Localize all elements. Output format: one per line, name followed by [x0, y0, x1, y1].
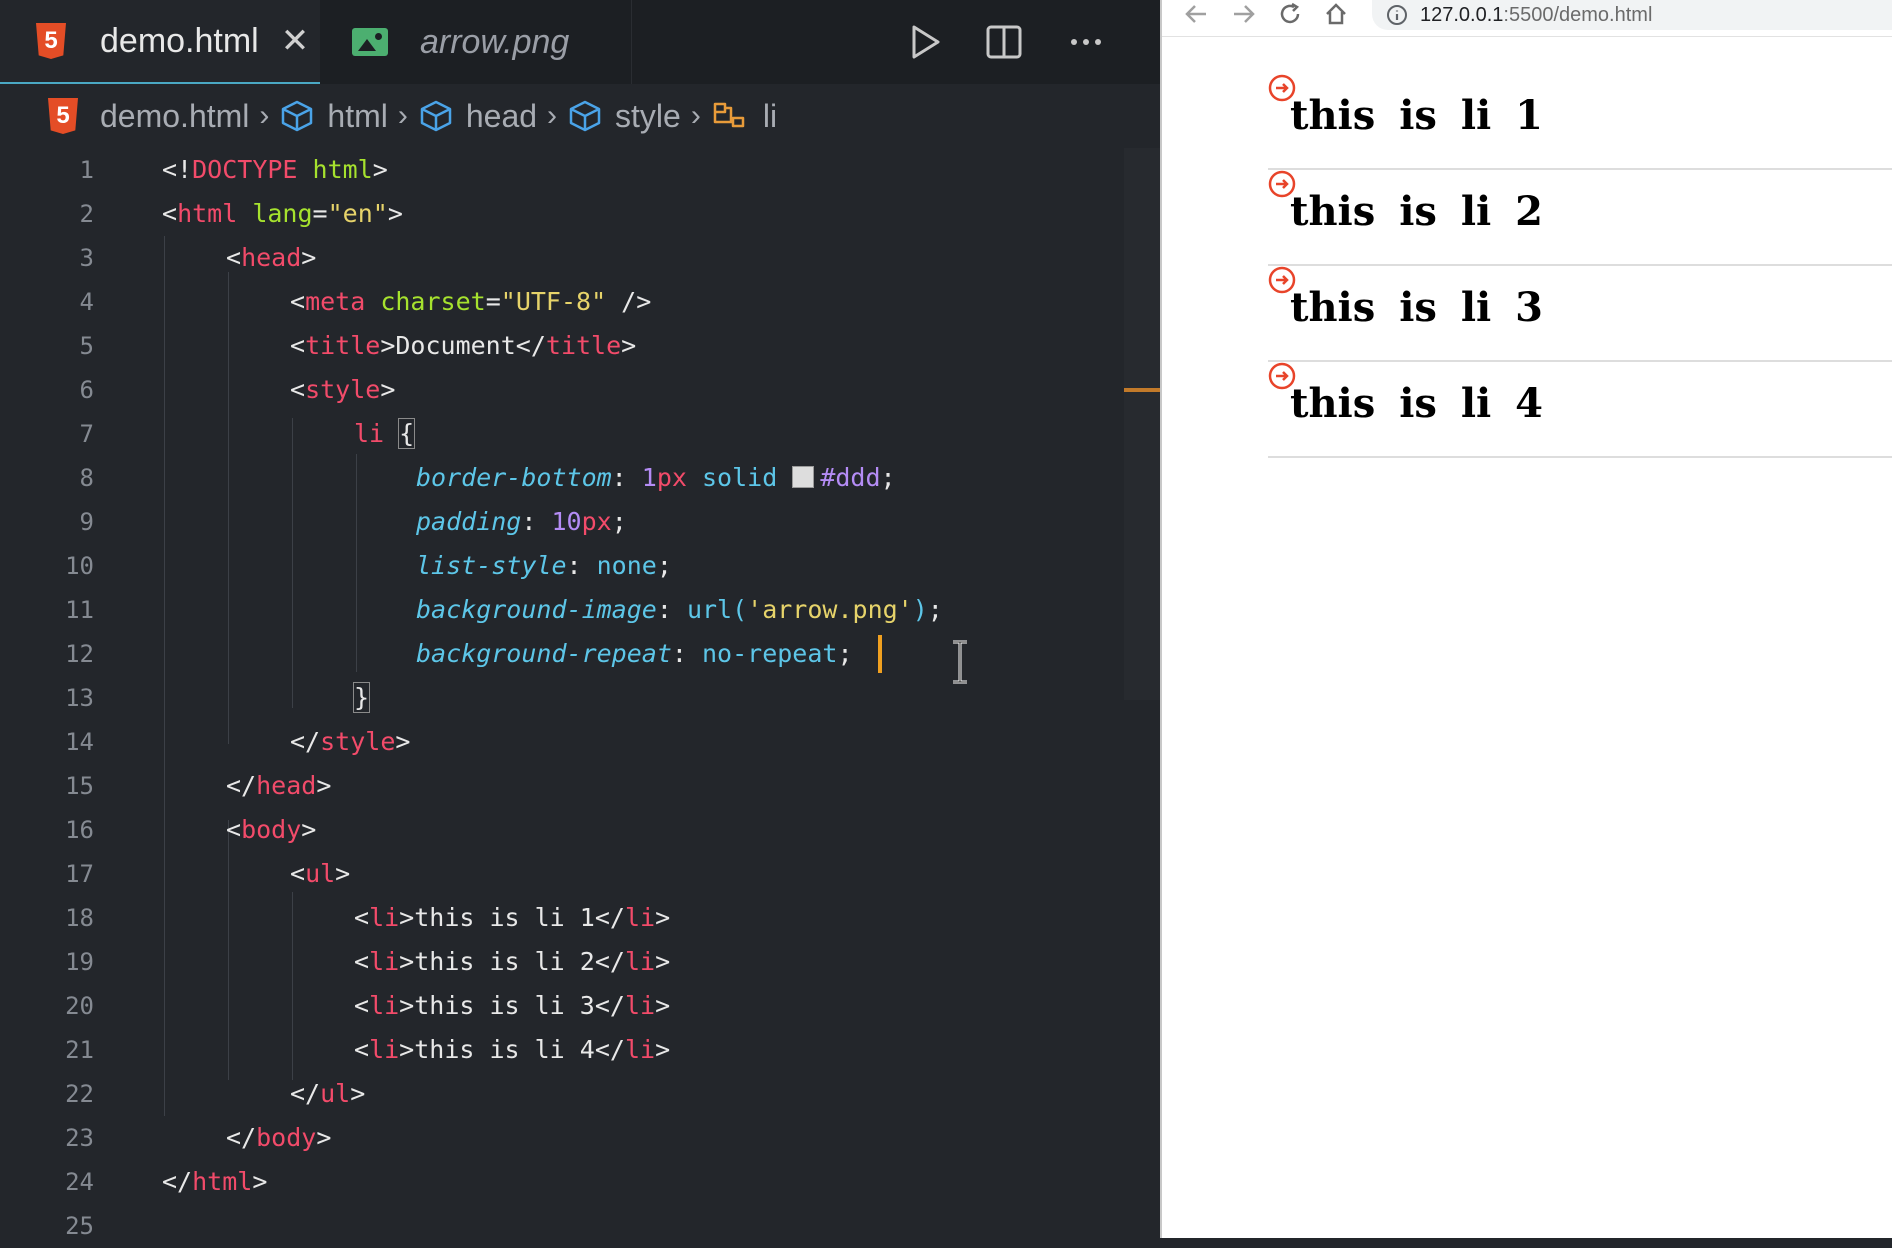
code-line: 18 <li>this is li 1</li>	[65, 903, 671, 932]
list-item: this is li 4	[1268, 362, 1892, 458]
chevron-right-icon: ›	[259, 99, 270, 132]
color-swatch[interactable]	[792, 466, 815, 488]
code-line: 16 <body>	[65, 815, 317, 844]
chevron-right-icon: ›	[397, 99, 408, 132]
breadcrumb-item-head[interactable]: head	[418, 98, 537, 135]
split-editor-icon[interactable]	[980, 18, 1028, 66]
breadcrumb-item-li[interactable]: li	[711, 98, 777, 135]
home-icon[interactable]	[1318, 0, 1354, 28]
breadcrumb-label: li	[762, 97, 778, 134]
list-item: this is li 3	[1268, 266, 1892, 362]
code-line: 21 <li>this is li 4</li>	[65, 1035, 671, 1064]
selector-icon	[713, 102, 745, 128]
code-line: 23 </body>	[65, 1123, 332, 1152]
address-bar[interactable]: 127.0.0.1:5500/demo.html	[1372, 0, 1892, 30]
breadcrumb-item-html[interactable]: html	[279, 97, 388, 135]
code-line: 14 </style>	[65, 727, 411, 756]
html5-icon: 5	[36, 23, 66, 59]
code-line: 4 <meta charset="UTF-8" />	[79, 287, 652, 316]
list-item-text: this is li 2	[1290, 188, 1543, 235]
code-line: 2 <html lang="en">	[79, 199, 403, 228]
code-editor: 5 demo.html ✕ arrow.png 5 demo.html › ht…	[0, 0, 1160, 1240]
code-line: 11 background-image: url('arrow.png');	[65, 595, 943, 624]
breadcrumb-label: head	[465, 97, 538, 134]
code-line: 20 <li>this is li 3</li>	[65, 991, 671, 1020]
arrow-left-icon[interactable]	[1178, 0, 1214, 28]
list-item-text: this is li 3	[1290, 284, 1543, 331]
breadcrumb-label: style	[615, 97, 681, 134]
code-line: 24 </html>	[65, 1167, 268, 1196]
cube-icon	[282, 100, 313, 132]
code-area[interactable]: 1 <!DOCTYPE html> 2 <html lang="en"> 3 <hea…	[0, 148, 1160, 1240]
url-path: :5500/demo.html	[1503, 3, 1653, 26]
code-line: 10 list-style: none;	[65, 551, 672, 580]
chevron-right-icon: ›	[690, 99, 701, 132]
breadcrumb-item-style[interactable]: style	[567, 98, 681, 135]
arrow-right-icon[interactable]	[1226, 0, 1262, 28]
text-ibeam-cursor-icon	[953, 640, 967, 684]
code-line: 7 li {	[79, 418, 416, 449]
code-line: 15 </head>	[65, 771, 332, 800]
text-cursor	[878, 635, 882, 673]
breadcrumb-label: html	[327, 97, 388, 134]
code-line: 19 <li>this is li 2</li>	[65, 947, 671, 976]
breadcrumb: 5 demo.html › html › head › style › li	[0, 84, 1160, 148]
code-line: 17 <ul>	[65, 859, 351, 888]
list-item-text: this is li 1	[1290, 92, 1543, 139]
reload-icon[interactable]	[1272, 0, 1308, 28]
code-line: 9 padding: 10px;	[79, 507, 627, 536]
breadcrumb-item-file[interactable]: 5 demo.html	[48, 98, 249, 135]
tab-label: arrow.png	[420, 22, 570, 61]
more-icon[interactable]	[1062, 18, 1110, 66]
tab-label: demo.html	[100, 21, 259, 60]
info-icon[interactable]	[1386, 4, 1408, 26]
rendered-list: this is li 1 this is li 2 this is li 3 t…	[1268, 74, 1892, 458]
browser-window: 127.0.0.1:5500/demo.html this is li 1 th…	[1162, 0, 1892, 1238]
cube-icon	[420, 100, 452, 132]
code-line: 22 </ul>	[65, 1079, 366, 1108]
code-line: 8 border-bottom: 1px solid #ddd;	[79, 463, 896, 492]
cube-icon	[569, 100, 601, 132]
url-host: 127.0.0.1	[1420, 3, 1504, 26]
code-line: 25	[65, 1212, 94, 1240]
image-icon	[352, 28, 388, 56]
list-item-text: this is li 4	[1290, 380, 1543, 427]
chevron-right-icon: ›	[547, 99, 558, 132]
play-icon[interactable]	[900, 18, 948, 66]
list-item: this is li 2	[1268, 170, 1892, 266]
editor-tab-bar: 5 demo.html ✕ arrow.png	[0, 0, 1160, 84]
list-item: this is li 1	[1268, 74, 1892, 170]
code-line: 3 <head>	[79, 243, 317, 272]
html5-icon: 5	[48, 98, 78, 134]
tab-demo-html[interactable]: 5 demo.html ✕	[0, 0, 320, 84]
tab-arrow-png[interactable]: arrow.png	[320, 0, 632, 84]
close-icon[interactable]: ✕	[281, 24, 310, 58]
breadcrumb-label: demo.html	[100, 97, 250, 134]
code-line: 1 <!DOCTYPE html>	[79, 155, 388, 184]
browser-toolbar: 127.0.0.1:5500/demo.html	[1162, 0, 1892, 37]
code-line: 5 <title>Document</title>	[79, 331, 637, 360]
code-line: 6 <style>	[79, 375, 396, 404]
